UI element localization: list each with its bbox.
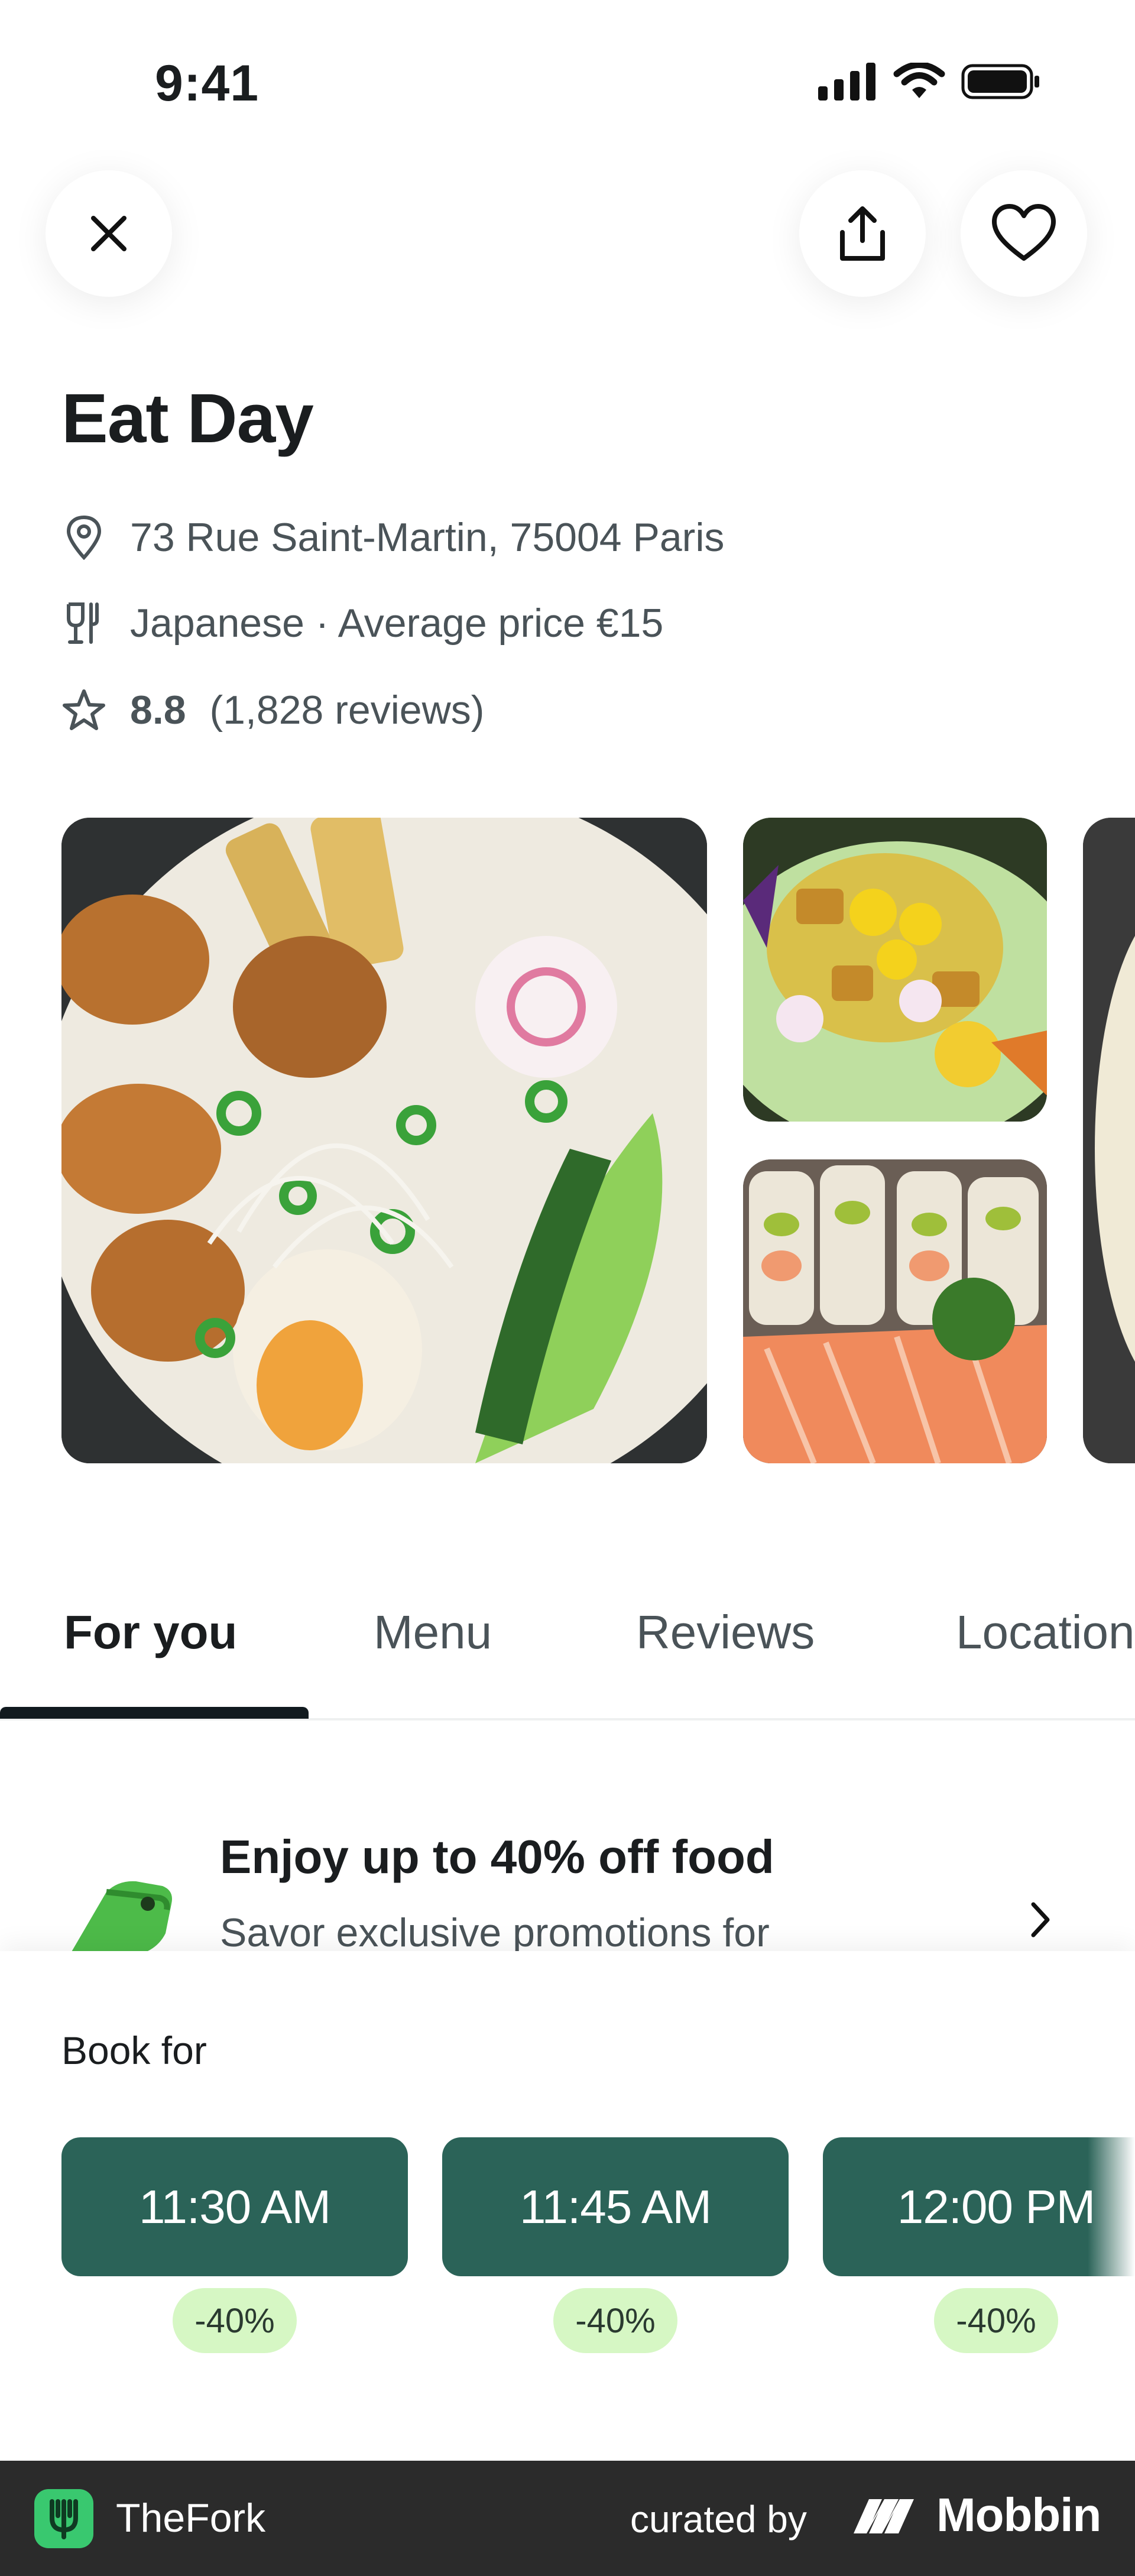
location-pin-icon (61, 515, 106, 560)
rating-value: 8.8 (130, 688, 186, 733)
brand-name: TheFork (116, 2496, 266, 2541)
mobbin-mark-icon (854, 2499, 914, 2533)
active-tab-indicator (0, 1707, 309, 1719)
time-slot-button[interactable]: 11:45 AM (442, 2137, 789, 2276)
tab-location[interactable]: Location (956, 1605, 1134, 1660)
battery-icon (961, 64, 1039, 99)
cuisine-row: Japanese · Average price €15 (61, 600, 663, 646)
close-icon (91, 216, 127, 251)
restaurant-name: Eat Day (61, 380, 314, 458)
discount-badge: -40% (934, 2288, 1058, 2353)
tab-bar: For you Menu Reviews Location (0, 1585, 1135, 1720)
curated-by-label: curated by (630, 2498, 807, 2541)
favorite-button[interactable] (961, 170, 1087, 297)
promo-subtitle: Savor exclusive promotions for (220, 1910, 770, 1951)
book-for-label: Book for (61, 2029, 207, 2072)
photo-ramen[interactable] (61, 818, 707, 1463)
review-count: (1,828 reviews) (209, 688, 485, 733)
booking-panel: Book for 11:30 AM 11:45 AM 12:00 PM -40%… (0, 1951, 1135, 2461)
discount-tag-icon (72, 1881, 172, 1951)
cutlery-icon (61, 601, 106, 646)
status-bar: 9:41 (0, 0, 1135, 148)
wifi-icon (893, 63, 945, 98)
photo-salad[interactable] (743, 818, 1047, 1122)
address-row[interactable]: 73 Rue Saint-Martin, 75004 Paris (61, 514, 724, 560)
discount-badge: -40% (173, 2288, 297, 2353)
status-time: 9:41 (155, 55, 260, 112)
cuisine-price-text: Japanese · Average price €15 (130, 601, 664, 646)
footer-bar: TheFork curated by Mobbin (0, 2461, 1135, 2576)
promo-title: Enjoy up to 40% off food (220, 1830, 774, 1883)
scroll-fade (1088, 2137, 1135, 2276)
signal-icon (818, 63, 875, 101)
rating-row[interactable]: 8.8 (1,828 reviews) (61, 687, 484, 733)
tab-reviews[interactable]: Reviews (636, 1605, 815, 1660)
star-icon (61, 688, 106, 733)
thefork-logo-icon (34, 2489, 93, 2548)
photo-sushi[interactable] (743, 1159, 1047, 1463)
chevron-right-icon (1031, 1902, 1050, 1937)
time-slot-button[interactable]: 11:30 AM (61, 2137, 408, 2276)
share-button[interactable] (799, 170, 926, 297)
address-text: 73 Rue Saint-Martin, 75004 Paris (130, 515, 725, 560)
close-button[interactable] (46, 170, 172, 297)
tab-for-you[interactable]: For you (64, 1605, 237, 1660)
status-icons (818, 63, 1040, 101)
tab-menu[interactable]: Menu (374, 1605, 492, 1660)
heart-icon (992, 204, 1056, 261)
mobbin-wordmark: Mobbin (936, 2488, 1101, 2541)
promo-card[interactable]: Enjoy up to 40% off food Savor exclusive… (0, 1797, 1135, 1951)
mobbin-logo: Mobbin (851, 2488, 1101, 2542)
photo-more[interactable] (1083, 818, 1135, 1463)
discount-badge: -40% (553, 2288, 677, 2353)
share-icon (840, 206, 885, 261)
